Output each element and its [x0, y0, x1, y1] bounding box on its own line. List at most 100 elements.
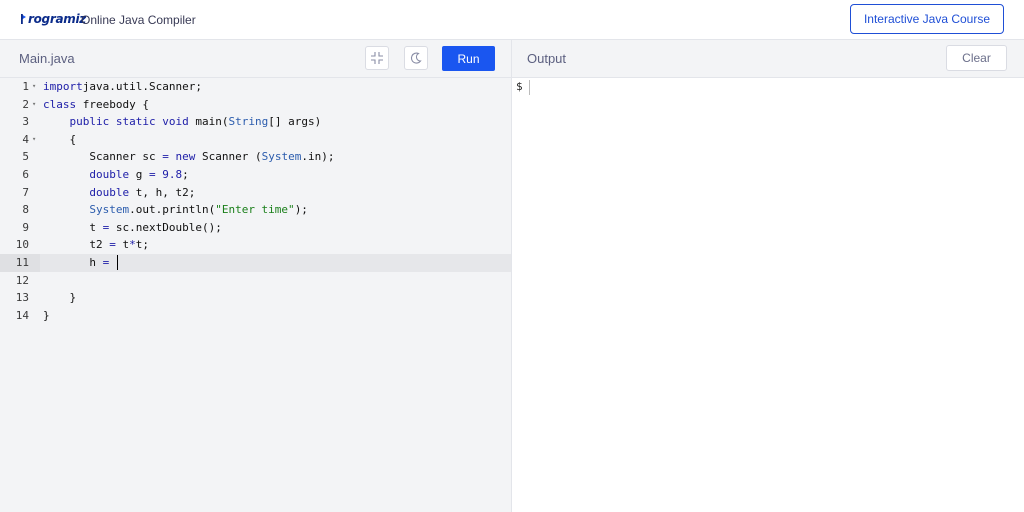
clear-button[interactable]: Clear — [946, 45, 1007, 71]
line-number: 11 — [15, 255, 29, 269]
code-text: Scanner sc = new Scanner (System.in); — [43, 148, 334, 166]
shell-prompt: $ — [516, 80, 523, 93]
code-text: System.out.println("Enter time"); — [43, 201, 308, 219]
code-line[interactable]: 12 — [0, 272, 511, 290]
code-token-st: "Enter time" — [215, 203, 295, 217]
line-gutter: 9 — [0, 219, 40, 237]
code-token: t, h, t2; — [129, 185, 196, 199]
output-caret — [529, 80, 530, 95]
code-token: t — [115, 238, 130, 252]
code-line[interactable]: 1 ▾ importjava.util.Scanner; — [0, 78, 511, 96]
code-text: { — [43, 131, 76, 149]
code-line[interactable]: 5 Scanner sc = new Scanner (System.in); — [0, 148, 511, 166]
run-button[interactable]: Run — [442, 46, 495, 71]
code-token: [] args) — [268, 115, 322, 129]
line-gutter: 12 — [0, 272, 40, 290]
fold-arrow-icon[interactable]: ▾ — [32, 78, 36, 96]
code-editor[interactable]: 1 ▾ importjava.util.Scanner; 2 ▾ class freebo… — [0, 78, 511, 512]
line-number: 12 — [15, 273, 29, 287]
code-token: t; — [135, 238, 149, 252]
code-token: } — [43, 291, 77, 305]
code-token: freebody { — [76, 97, 149, 111]
code-line[interactable]: 8 System.out.println("Enter time"); — [0, 201, 511, 219]
code-token-kw: * — [129, 238, 136, 252]
tab-main-java[interactable]: Main.java — [0, 40, 98, 77]
interactive-course-button[interactable]: Interactive Java Course — [850, 4, 1004, 34]
code-token: ; — [182, 167, 189, 181]
code-token-kw: double — [89, 167, 130, 181]
line-number: 2 — [22, 97, 29, 111]
line-number: 1 — [22, 80, 29, 93]
line-gutter: 13 — [0, 289, 40, 307]
line-number: 6 — [22, 167, 29, 181]
theme-toggle-button[interactable] — [404, 46, 428, 70]
code-text: t2 = t*t; — [43, 236, 149, 254]
line-gutter: 7 — [0, 184, 40, 202]
code-line[interactable]: 6 double g = 9.8; — [0, 166, 511, 184]
moon-icon — [410, 52, 422, 64]
output-label: Output — [527, 51, 567, 66]
line-gutter: 5 — [0, 148, 40, 166]
code-token: ); — [294, 203, 308, 217]
code-text: } — [43, 289, 76, 307]
code-token: .in); — [301, 150, 335, 164]
code-text: double t, h, t2; — [43, 184, 195, 202]
output-console[interactable]: $ — [512, 78, 1024, 512]
code-text: t = sc.nextDouble(); — [43, 219, 222, 237]
code-line[interactable]: 13 } — [0, 289, 511, 307]
code-token: h — [43, 255, 103, 269]
code-text: h = — [43, 254, 119, 272]
line-gutter: 1 ▾ — [0, 78, 40, 96]
code-text: double g = 9.8; — [43, 166, 189, 184]
code-token-ty: String — [228, 115, 269, 129]
editor-toolbar: Main.java Run — [0, 40, 511, 78]
code-token-kw: = — [109, 238, 116, 252]
line-number: 10 — [15, 238, 29, 252]
code-line[interactable]: 3 public static void main(String[] args) — [0, 113, 511, 131]
line-gutter: 8 — [0, 201, 40, 219]
code-token-ty: System — [261, 150, 302, 164]
code-line[interactable]: 10 t2 = t*t; — [0, 236, 511, 254]
code-token-ty: System — [89, 203, 130, 217]
top-bar: rogramiz Online Java Compiler Interactiv… — [0, 0, 1024, 40]
code-line[interactable]: 7 double t, h, t2; — [0, 184, 511, 202]
programiz-logo[interactable]: rogramiz — [20, 10, 86, 28]
code-text: public static void main(String[] args) — [43, 113, 322, 131]
fold-arrow-icon[interactable]: ▾ — [32, 131, 36, 149]
code-line[interactable]: 9 t = sc.nextDouble(); — [0, 219, 511, 237]
line-gutter: 10 — [0, 236, 40, 254]
code-line[interactable]: 14} — [0, 307, 511, 325]
code-token: Scanner ( — [195, 150, 262, 164]
code-token-kw: = — [148, 167, 156, 181]
shrink-button[interactable] — [365, 46, 389, 70]
logo-text: rogramiz — [28, 12, 86, 26]
output-toolbar: Output Clear — [512, 40, 1024, 78]
code-token: t — [43, 220, 103, 234]
code-token-kw: double — [89, 185, 130, 199]
code-token: t2 — [43, 238, 110, 252]
code-line[interactable]: 4 ▾ { — [0, 131, 511, 149]
line-number: 14 — [15, 308, 29, 322]
fold-arrow-icon[interactable]: ▾ — [32, 96, 36, 114]
code-token: main( — [188, 115, 229, 129]
text-cursor — [116, 255, 119, 271]
shrink-icon — [371, 52, 383, 64]
line-gutter: 3 — [0, 113, 40, 131]
code-token-kw: public static void — [69, 115, 189, 129]
line-gutter: 11 — [0, 253, 40, 272]
line-number: 9 — [22, 220, 29, 234]
code-token: Scanner sc — [43, 150, 163, 164]
code-line[interactable]: 2 ▾ class freebody { — [0, 96, 511, 114]
code-text: class freebody { — [43, 96, 149, 114]
line-number: 4 — [22, 132, 29, 146]
code-token: sc.nextDouble(); — [109, 220, 222, 234]
line-number: 3 — [22, 115, 29, 129]
code-token-nm: 9.8 — [162, 167, 183, 181]
code-token-kw: = — [162, 150, 169, 164]
line-gutter: 4 ▾ — [0, 131, 40, 149]
code-line[interactable]: 11 h = — [0, 253, 511, 272]
